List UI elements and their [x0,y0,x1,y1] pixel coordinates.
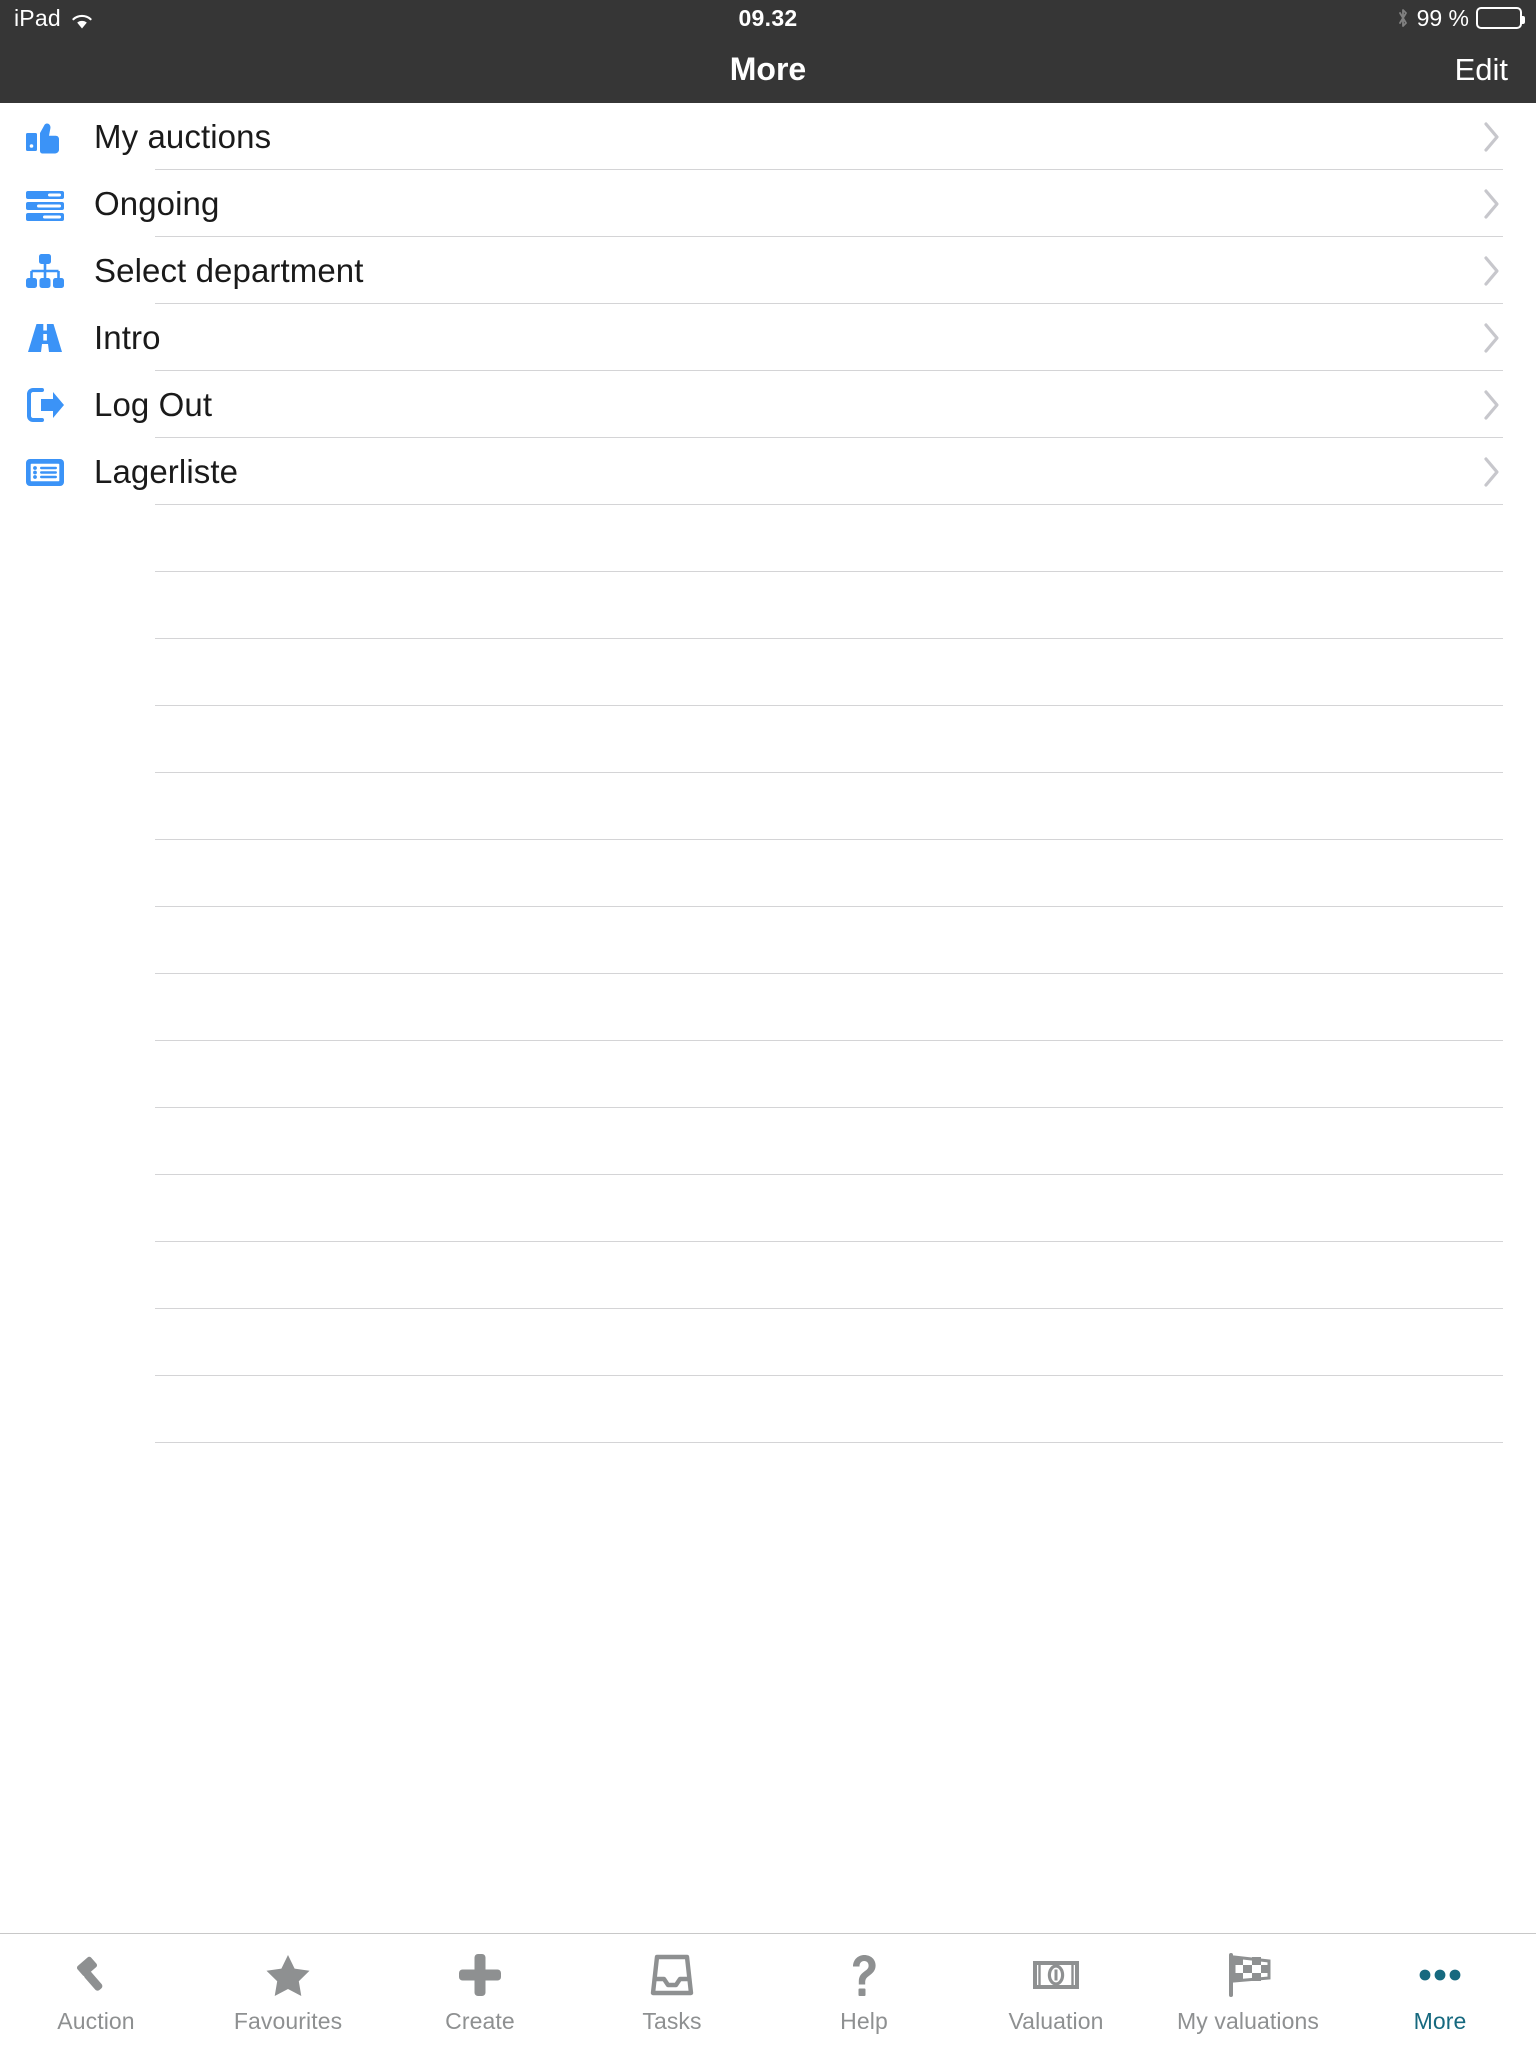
empty-list-row [0,1041,1536,1108]
list-item-label: Ongoing [94,184,220,222]
empty-list-row [0,840,1536,907]
row-separator [155,1442,1503,1443]
empty-list-row [0,505,1536,572]
status-device-name: iPad [14,4,61,31]
status-bar-time: 09.32 [738,4,798,31]
tab-create[interactable]: Create [384,1934,576,2048]
list-item-select-department[interactable]: Select department [0,237,1536,304]
list-item-label: Log Out [94,385,213,423]
chevron-right-icon [1483,389,1501,421]
empty-list-row [0,639,1536,706]
tab-auction[interactable]: Auction [0,1934,192,2048]
ellipsis-icon [1413,1948,1467,2002]
chevron-right-icon [1483,322,1501,354]
empty-list-row [0,1309,1536,1376]
tab-label: Create [445,2007,515,2034]
empty-list-row [0,974,1536,1041]
tab-label: Favourites [233,2007,343,2034]
tab-more[interactable]: More [1344,1934,1536,2048]
empty-rows-container [0,505,1536,1443]
tab-label: More [1413,2007,1467,2034]
wifi-icon [70,9,94,29]
list-item-label: My auctions [94,117,272,155]
empty-list-row [0,1108,1536,1175]
list-item-ongoing[interactable]: Ongoing [0,170,1536,237]
tab-label: Tasks [642,2007,702,2034]
org-chart-icon [22,248,68,294]
empty-list-row [0,706,1536,773]
tab-favourites[interactable]: Favourites [192,1934,384,2048]
star-icon [261,1948,315,2002]
empty-list-row [0,1175,1536,1242]
tab-valuation[interactable]: Valuation [960,1934,1152,2048]
list-item-label: Intro [94,318,161,356]
chevron-right-icon [1483,456,1501,488]
inbox-tray-icon [645,1948,699,2002]
chevron-right-icon [1483,188,1501,220]
list-item-lagerliste[interactable]: Lagerliste [0,438,1536,505]
battery-full-icon [1476,7,1525,29]
status-bar-right: 99 % [1396,4,1525,32]
empty-list-row [0,907,1536,974]
plus-icon [453,1948,507,2002]
list-item-label: Lagerliste [94,452,239,490]
bluetooth-icon [1396,7,1410,29]
banknote-icon [1029,1948,1083,2002]
empty-list-row [0,1242,1536,1309]
server-list-icon [22,181,68,227]
chevron-right-icon [1483,121,1501,153]
tab-help[interactable]: Help [768,1934,960,2048]
empty-list-row [0,1376,1536,1443]
empty-list-row [0,572,1536,639]
list-item-my-auctions[interactable]: My auctions [0,103,1536,170]
more-menu-list: My auctions Ongoing Select department In… [0,103,1536,1443]
status-bar-left: iPad [14,5,94,32]
tab-my-valuations[interactable]: My valuations [1152,1934,1344,2048]
tab-tasks[interactable]: Tasks [576,1934,768,2048]
chevron-right-icon [1483,255,1501,287]
list-item-label: Select department [94,251,364,289]
gavel-icon [69,1948,123,2002]
battery-percent-label: 99 % [1416,4,1469,31]
status-bar: iPad 09.32 99 % [0,0,1536,36]
page-title: More [729,51,807,87]
road-icon [22,315,68,361]
checkered-flag-icon [1221,1948,1275,2002]
empty-list-row [0,773,1536,840]
list-item-log-out[interactable]: Log Out [0,371,1536,438]
nav-bar: More Edit [0,36,1536,103]
tab-bar: Auction Favourites Create Tasks Help Val… [0,1933,1536,2048]
tab-label: Help [840,2007,888,2034]
thumbs-up-icon [22,114,68,160]
list-box-icon [22,449,68,495]
sign-out-icon [22,382,68,428]
tab-label: Auction [57,2007,135,2034]
tab-label: Valuation [1008,2007,1104,2034]
tab-label: My valuations [1177,2007,1319,2034]
question-mark-icon [837,1948,891,2002]
list-item-intro[interactable]: Intro [0,304,1536,371]
